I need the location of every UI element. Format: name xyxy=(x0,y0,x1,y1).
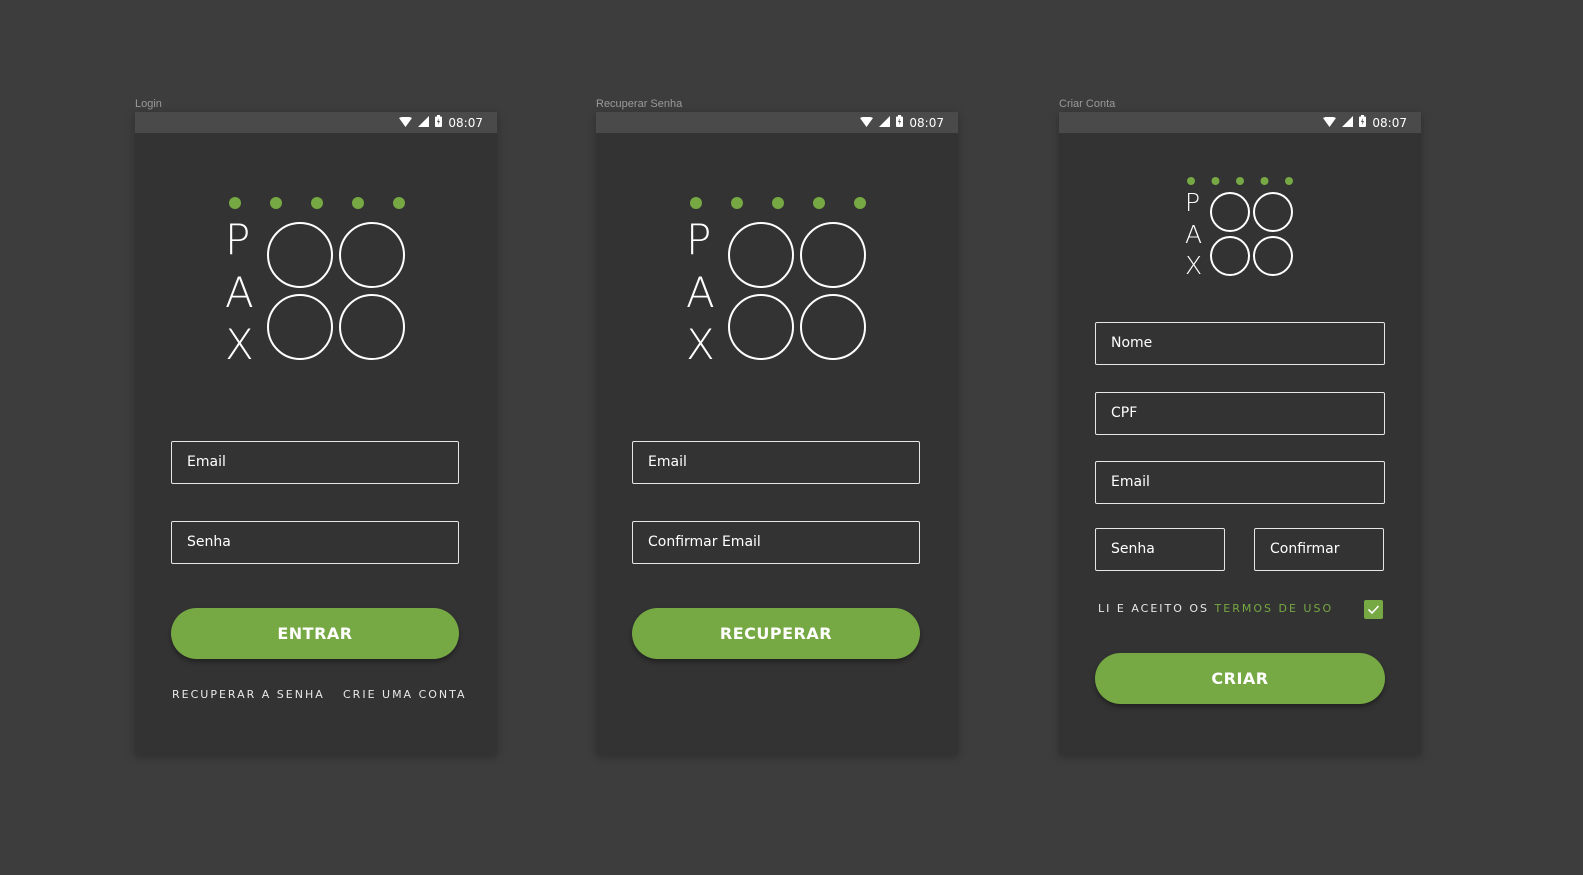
artboard-label: Recuperar Senha xyxy=(596,98,683,110)
wifi-icon xyxy=(399,114,413,132)
logo-letter-x: X xyxy=(686,320,715,368)
status-bar: 08:07 xyxy=(1059,112,1421,133)
signal-icon xyxy=(879,114,891,132)
pax-logo: P A X xyxy=(686,197,866,368)
artboard-label: Login xyxy=(135,98,162,110)
cpf-field[interactable]: CPF xyxy=(1095,392,1385,435)
terms-prefix: LI E ACEITO OS xyxy=(1098,602,1215,615)
create-account-link[interactable]: CRIE UMA CONTA xyxy=(343,688,467,701)
confirm-password-field[interactable]: Confirmar xyxy=(1254,528,1384,571)
create-button[interactable]: CRIAR xyxy=(1095,653,1385,704)
pax-logo: P A X xyxy=(225,197,405,368)
battery-icon xyxy=(1359,114,1367,132)
wifi-icon xyxy=(860,114,874,132)
status-bar: 08:07 xyxy=(135,112,497,133)
email-field[interactable]: Email xyxy=(1095,461,1385,504)
signal-icon xyxy=(1342,114,1354,132)
recover-password-link[interactable]: RECUPERAR A SENHA xyxy=(172,688,325,701)
status-time: 08:07 xyxy=(1372,115,1407,130)
recover-screen: 08:07 P A X Email Confirmar Email RECUPE… xyxy=(596,112,958,755)
signal-icon xyxy=(418,114,430,132)
status-time: 08:07 xyxy=(909,115,944,130)
logo-letter-a: A xyxy=(1185,220,1202,249)
confirm-email-field[interactable]: Confirmar Email xyxy=(632,521,920,564)
recover-button[interactable]: RECUPERAR xyxy=(632,608,920,659)
password-field[interactable]: Senha xyxy=(171,521,459,564)
artboard-login: Login 08:07 P A X Email Senha ENTRAR REC… xyxy=(135,97,497,755)
artboard-label: Criar Conta xyxy=(1059,98,1116,110)
artboard-recover: Recuperar Senha 08:07 P A X Email Confir… xyxy=(596,97,958,755)
artboard-create: Criar Conta 08:07 P A X Nome CPF Email S… xyxy=(1059,97,1421,755)
logo-letter-a: A xyxy=(225,268,254,317)
logo-letter-x: X xyxy=(1185,251,1202,279)
email-field[interactable]: Email xyxy=(632,441,920,484)
logo-letter-p: P xyxy=(686,215,711,264)
login-screen: 08:07 P A X Email Senha ENTRAR RECUPERAR… xyxy=(135,112,497,755)
password-field[interactable]: Senha xyxy=(1095,528,1225,571)
login-button[interactable]: ENTRAR xyxy=(171,608,459,659)
logo-letter-p: P xyxy=(1185,188,1200,217)
name-field[interactable]: Nome xyxy=(1095,322,1385,365)
status-time: 08:07 xyxy=(448,115,483,130)
terms-link[interactable]: TERMOS DE USO xyxy=(1215,602,1334,615)
battery-icon xyxy=(435,114,443,132)
wifi-icon xyxy=(1323,114,1337,132)
pax-logo: P A X xyxy=(1185,177,1293,279)
create-screen: 08:07 P A X Nome CPF Email Senha Confirm… xyxy=(1059,112,1421,755)
email-field[interactable]: Email xyxy=(171,441,459,484)
battery-icon xyxy=(896,114,904,132)
terms-text: LI E ACEITO OS TERMOS DE USO xyxy=(1098,602,1333,615)
terms-checkbox[interactable] xyxy=(1364,600,1383,619)
logo-letter-p: P xyxy=(225,215,250,264)
check-icon xyxy=(1367,605,1380,615)
logo-letter-a: A xyxy=(686,268,715,317)
logo-letter-x: X xyxy=(225,320,254,368)
status-bar: 08:07 xyxy=(596,112,958,133)
